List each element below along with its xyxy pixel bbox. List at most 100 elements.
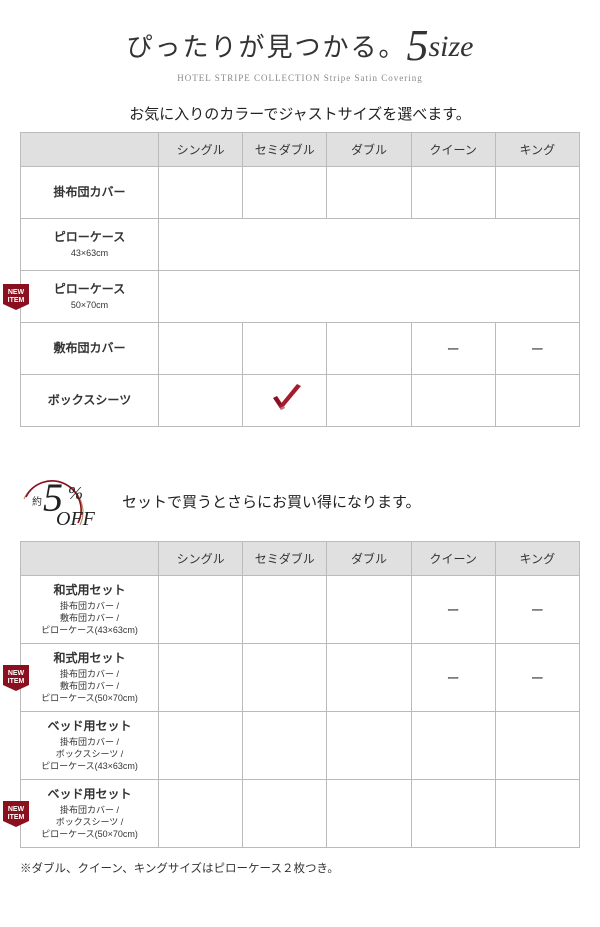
cell [327, 576, 411, 644]
col-header: キング [495, 542, 579, 576]
row-header: NEWITEMピローケース50×70cm [21, 271, 159, 323]
subtitle: HOTEL STRIPE COLLECTION Stripe Satin Cov… [0, 73, 600, 83]
page-title: ぴったりが見つかる。5size [0, 20, 600, 71]
row-header: ベッド用セット掛布団カバー /ボックスシーツ /ピローケース(43×63cm) [21, 712, 159, 780]
svg-text:NEW: NEW [8, 289, 25, 296]
cell [159, 780, 243, 848]
row-header: ピローケース 43×63cm [21, 219, 159, 271]
set-table: シングル セミダブル ダブル クイーン キング 和式用セット掛布団カバー /敷布… [20, 541, 580, 848]
cell [159, 712, 243, 780]
corner-cell [21, 542, 159, 576]
header: ぴったりが見つかる。5size HOTEL STRIPE COLLECTION … [0, 20, 600, 83]
table1-caption: お気に入りのカラーでジャストサイズを選べます。 [20, 103, 580, 124]
cell [327, 375, 411, 427]
cell [327, 644, 411, 712]
cell [243, 644, 327, 712]
table-header-row: シングル セミダブル ダブル クイーン キング [21, 133, 580, 167]
cell [243, 712, 327, 780]
cell [495, 780, 579, 848]
table-row: 敷布団カバー ーー [21, 323, 580, 375]
cell [159, 167, 243, 219]
table-row: NEWITEMベッド用セット掛布団カバー /ボックスシーツ /ピローケース(50… [21, 780, 580, 848]
col-header: シングル [159, 542, 243, 576]
row-header: ボックスシーツ [21, 375, 159, 427]
cell [243, 167, 327, 219]
svg-text:%: % [68, 483, 83, 503]
cell: ー [411, 576, 495, 644]
row-header: 掛布団カバー [21, 167, 159, 219]
cell: ー [495, 576, 579, 644]
cell [243, 375, 327, 427]
corner-cell [21, 133, 159, 167]
svg-text:約: 約 [32, 495, 42, 508]
table-row: ピローケース 43×63cm [21, 219, 580, 271]
col-header: セミダブル [243, 542, 327, 576]
svg-text:ITEM: ITEM [8, 678, 25, 685]
row-sub: 50×70cm [23, 299, 156, 311]
set-table-section: シングル セミダブル ダブル クイーン キング 和式用セット掛布団カバー /敷布… [0, 541, 600, 848]
table-row: NEWITEM和式用セット掛布団カバー /敷布団カバー /ピローケース(50×7… [21, 644, 580, 712]
cell [495, 375, 579, 427]
merged-cell [159, 271, 580, 323]
offer-text: セットで買うとさらにお買い得になります。 [122, 491, 421, 512]
row-name: ピローケース [54, 230, 125, 244]
svg-text:ITEM: ITEM [8, 297, 25, 304]
merged-cell [159, 219, 580, 271]
col-header: キング [495, 133, 579, 167]
new-item-badge: NEWITEM [3, 801, 29, 827]
title-prefix: ぴったりが見つかる。 [126, 33, 406, 62]
svg-text:NEW: NEW [8, 670, 25, 677]
svg-text:NEW: NEW [8, 806, 25, 813]
new-item-badge: NEWITEM [3, 284, 29, 310]
cell [327, 780, 411, 848]
row-header: NEWITEMベッド用セット掛布団カバー /ボックスシーツ /ピローケース(50… [21, 780, 159, 848]
svg-text:ITEM: ITEM [8, 814, 25, 821]
cell: ー [411, 644, 495, 712]
cell [159, 644, 243, 712]
cell [495, 167, 579, 219]
table-header-row: シングル セミダブル ダブル クイーン キング [21, 542, 580, 576]
cell [159, 576, 243, 644]
title-suffix: size [429, 30, 474, 63]
row-header: 敷布団カバー [21, 323, 159, 375]
col-header: ダブル [327, 133, 411, 167]
footnote: ※ダブル、クイーン、キングサイズはピローケース２枚つき。 [0, 854, 600, 876]
size-table: シングル セミダブル ダブル クイーン キング 掛布団カバーピローケース 43×6… [20, 132, 580, 427]
row-name: 和式用セット [53, 651, 125, 665]
cell: ー [495, 644, 579, 712]
cell [243, 323, 327, 375]
row-header: 和式用セット掛布団カバー /敷布団カバー /ピローケース(43×63cm) [21, 576, 159, 644]
col-header: ダブル [327, 542, 411, 576]
row-name: 掛布団カバー [53, 185, 125, 199]
cell [327, 167, 411, 219]
row-sub: 掛布団カバー /敷布団カバー /ピローケース(43×63cm) [23, 600, 156, 636]
cell [159, 375, 243, 427]
row-sub: 掛布団カバー /ボックスシーツ /ピローケース(43×63cm) [23, 736, 156, 772]
row-name: 和式用セット [53, 583, 125, 597]
table-row: ボックスシーツ [21, 375, 580, 427]
row-name: 敷布団カバー [53, 341, 125, 355]
table-row: ベッド用セット掛布団カバー /ボックスシーツ /ピローケース(43×63cm) [21, 712, 580, 780]
offer-row: 約 5 % OFF セットで買うとさらにお買い得になります。 [0, 467, 600, 535]
cell [495, 712, 579, 780]
row-name: ベッド用セット [47, 719, 131, 733]
cell [243, 780, 327, 848]
cell [411, 780, 495, 848]
col-header: シングル [159, 133, 243, 167]
table-row: 和式用セット掛布団カバー /敷布団カバー /ピローケース(43×63cm) ーー [21, 576, 580, 644]
cell: ー [411, 323, 495, 375]
cell [411, 167, 495, 219]
row-sub: 掛布団カバー /ボックスシーツ /ピローケース(50×70cm) [23, 804, 156, 840]
row-sub: 43×63cm [23, 247, 156, 259]
size-table-section: お気に入りのカラーでジャストサイズを選べます。 シングル セミダブル ダブル ク… [0, 103, 600, 427]
off-circle-badge: 約 5 % OFF [20, 467, 110, 535]
svg-text:OFF: OFF [56, 508, 96, 530]
cell: ー [495, 323, 579, 375]
cell [411, 712, 495, 780]
cell [411, 375, 495, 427]
row-name: ベッド用セット [47, 787, 131, 801]
title-number: 5 [407, 21, 429, 70]
cell [159, 323, 243, 375]
cell [327, 712, 411, 780]
new-item-badge: NEWITEM [3, 665, 29, 691]
